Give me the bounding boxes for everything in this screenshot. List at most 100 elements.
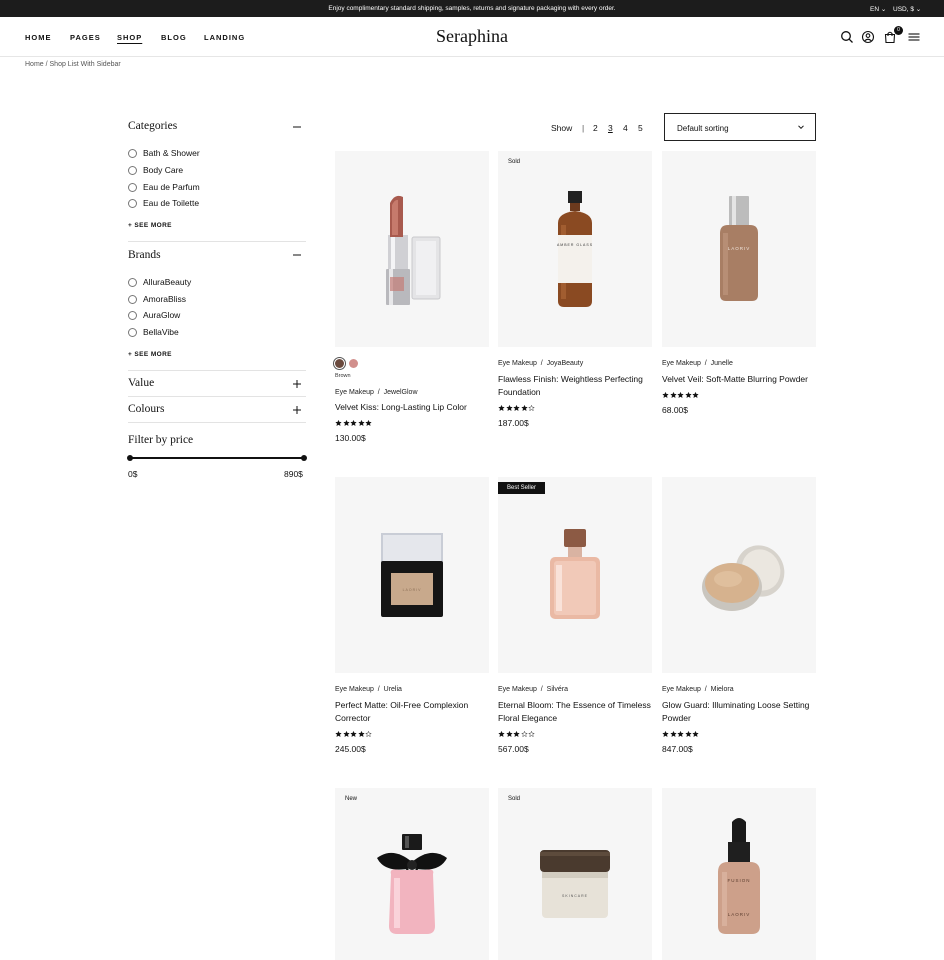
category-option[interactable]: Bath & Shower [128,148,200,158]
product-category[interactable]: Eye Makeup [498,686,537,693]
currency-selector[interactable]: USD, $ ⌄ [893,5,921,13]
product-price: 68.00$ [662,405,688,415]
product-rating [335,420,373,426]
star-filled-icon [350,731,357,737]
product-brand[interactable]: JoyaBeauty [547,360,584,367]
category-option[interactable]: Eau de Toilette [128,198,199,208]
colours-filter-title[interactable]: Colours [128,403,164,415]
product-rating [662,731,700,737]
price-slider-min-handle[interactable] [127,455,133,461]
star-filled-icon [677,731,684,737]
search-icon[interactable] [840,30,854,44]
product-brand[interactable]: Junelle [711,360,733,367]
product-category[interactable]: Eye Makeup [498,360,537,367]
brand-option[interactable]: AuraGlow [128,310,180,320]
chevron-down-icon: ⌄ [880,6,887,13]
product-rating [335,731,373,737]
product-name[interactable]: Glow Guard: Illuminating Loose Setting P… [662,699,816,725]
plus-icon[interactable] [291,404,303,416]
categories-see-more[interactable]: + SEE MORE [128,222,172,229]
product-name[interactable]: Velvet Kiss: Long-Lasting Lip Color [335,401,489,414]
nav-landing[interactable]: LANDING [204,33,245,42]
product-image[interactable]: Best Seller [498,477,652,673]
show-separator: | [582,123,585,133]
divider [128,396,306,397]
nav-home[interactable]: HOME [25,33,52,42]
brand-option[interactable]: BellaVibe [128,327,179,337]
product-name[interactable]: Eternal Bloom: The Essence of Timeless F… [498,699,652,725]
star-empty-icon [528,405,535,411]
product-rating [498,731,536,737]
category-option[interactable]: Eau de Parfum [128,182,200,192]
language-selector[interactable]: EN ⌄ [870,5,886,13]
color-swatch-pink[interactable] [349,359,358,368]
product-image[interactable]: Sold SKINCARE [498,788,652,960]
nav-pages[interactable]: PAGES [70,33,101,42]
category-option[interactable]: Body Care [128,165,183,175]
star-filled-icon [669,731,677,737]
product-image[interactable]: LAORIV [662,151,816,347]
grid-2-columns[interactable]: 2 [593,123,598,133]
product-category[interactable]: Eye Makeup [335,389,374,396]
lipstick-image [386,195,441,305]
sort-select[interactable]: Default sorting [664,113,816,141]
product-category[interactable]: Eye Makeup [335,686,374,693]
radio-icon [128,294,137,304]
grid-3-columns[interactable]: 3 [608,123,613,133]
product-image[interactable]: LAORIV [335,477,489,673]
product-meta: Eye Makeup / JewelGlow [335,389,418,396]
account-icon[interactable] [861,30,875,44]
product-label-text: LAORIV [402,588,422,592]
menu-icon[interactable] [907,30,921,44]
nav-shop[interactable]: SHOP [117,33,142,42]
product-image[interactable]: New [335,788,489,960]
product-image[interactable]: FUSION LAORIV [662,788,816,960]
price-slider-track[interactable] [129,457,304,459]
star-filled-icon [357,731,365,737]
value-filter-title[interactable]: Value [128,377,154,389]
radio-icon [128,277,137,287]
product-name[interactable]: Flawless Finish: Weightless Perfecting F… [498,373,652,399]
category-label: Eau de Parfum [143,182,200,192]
product-image[interactable]: Sold AMBER GLASS [498,151,652,347]
breadcrumb[interactable]: Home / Shop List With Sidebar [25,61,121,68]
product-price: 847.00$ [662,744,693,754]
brands-see-more[interactable]: + SEE MORE [128,351,172,358]
product-badge: Sold [508,159,521,165]
brands-filter-title[interactable]: Brands [128,249,161,261]
brand-option[interactable]: AmoraBliss [128,294,186,304]
star-filled-icon [342,420,350,426]
nav-blog[interactable]: BLOG [161,33,187,42]
product-name[interactable]: Perfect Matte: Oil-Free Complexion Corre… [335,699,489,725]
product-brand[interactable]: Urelia [384,686,402,693]
product-label-text: LAORIV [727,246,751,251]
product-brand[interactable]: Mielora [711,686,734,693]
minus-icon[interactable] [291,249,303,261]
site-logo[interactable]: Seraphina [400,26,544,47]
sort-select-value: Default sorting [677,124,729,133]
product-badge: Sold [508,796,521,802]
product-image[interactable] [662,477,816,673]
plus-icon[interactable] [291,378,303,390]
product-category[interactable]: Eye Makeup [662,360,701,367]
minus-icon[interactable] [291,121,303,133]
categories-filter-title[interactable]: Categories [128,120,177,132]
grid-4-columns[interactable]: 4 [623,123,628,133]
star-filled-icon [513,731,520,737]
product-image[interactable] [335,151,489,347]
product-brand[interactable]: Silvéra [547,686,568,693]
price-slider-max-handle[interactable] [301,455,307,461]
product-meta: Eye Makeup / Mielora [662,686,734,693]
product-category[interactable]: Eye Makeup [662,686,701,693]
site-header: HOME PAGES SHOP BLOG LANDING Seraphina 0 [0,17,944,57]
star-filled-icon [692,731,699,737]
product-brand[interactable]: JewelGlow [384,389,418,396]
grid-5-columns[interactable]: 5 [638,123,643,133]
cream-jar-image [540,850,610,918]
color-swatch-brown[interactable] [335,359,344,368]
product-name[interactable]: Velvet Veil: Soft-Matte Blurring Powder [662,373,816,386]
star-filled-icon [684,731,692,737]
price-min-label: 0$ [128,469,138,479]
brand-option[interactable]: AlluraBeauty [128,277,191,287]
product-rating [498,405,536,411]
